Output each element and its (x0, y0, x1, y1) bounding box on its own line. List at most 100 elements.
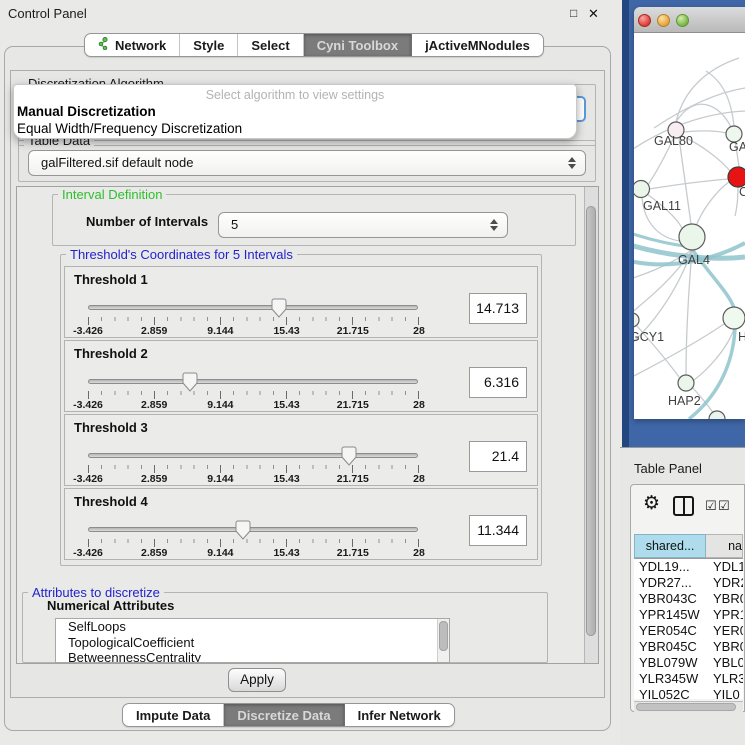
minimize-traffic-light-icon[interactable] (657, 14, 670, 27)
tick-labels: -3.4262.8599.14415.4321.71528 (88, 399, 419, 411)
table-row[interactable]: YLR345WYLR3 (634, 671, 743, 687)
cell-shared-name[interactable]: YBR045C (634, 639, 710, 655)
cell-name[interactable]: YDR2 (710, 575, 743, 591)
table-row[interactable]: YER054CYER0 (634, 623, 743, 639)
tab-style[interactable]: Style (180, 34, 238, 56)
dropdown-option-equal-width[interactable]: Equal Width/Frequency Discretization (17, 121, 242, 136)
horizontal-scrollbar-thumb[interactable] (636, 703, 736, 711)
cell-shared-name[interactable]: YLR345W (634, 671, 710, 687)
attributes-list-items: SelfLoopsTopologicalCoefficientBetweenne… (56, 619, 449, 663)
split-columns-icon[interactable] (673, 496, 694, 516)
cell-shared-name[interactable]: YPR145W (634, 607, 710, 623)
table-row[interactable]: YIL052CYIL0 (634, 687, 743, 699)
cell-name[interactable]: YIL0 (710, 687, 743, 699)
network-node-gal11[interactable] (634, 181, 650, 198)
tab-jactivemnodules[interactable]: jActiveMNodules (412, 34, 543, 56)
node-label: C (739, 185, 745, 199)
network-node-hap2[interactable] (678, 375, 694, 391)
column-header-name[interactable]: na (706, 534, 743, 558)
attribute-list-item[interactable]: BetweennessCentrality (56, 650, 449, 663)
close-traffic-light-icon[interactable] (638, 14, 651, 27)
cell-shared-name[interactable]: YER054C (634, 623, 710, 639)
network-node-gcy1[interactable] (634, 313, 639, 327)
threshold-value-field[interactable]: 14.713 (469, 293, 527, 324)
cell-shared-name[interactable]: YDL19... (634, 559, 710, 575)
checkbox-icon[interactable]: ☑ (705, 498, 717, 514)
table-row[interactable]: YPR145WYPR1 (634, 607, 743, 623)
cell-name[interactable]: YLR3 (710, 671, 743, 687)
table-data-value: galFiltered.sif default node (41, 155, 193, 170)
checkbox-icon[interactable]: ☑ (718, 498, 730, 514)
tab-label: Impute Data (136, 708, 210, 723)
cell-shared-name[interactable]: YIL052C (634, 687, 710, 699)
slider-track[interactable] (88, 453, 418, 458)
threshold-value-field[interactable]: 21.4 (469, 441, 527, 472)
tick-label: 28 (413, 399, 425, 411)
slider-track[interactable] (88, 379, 418, 384)
tick-label: 15.43 (273, 325, 299, 337)
slider-thumb[interactable] (182, 372, 198, 392)
cell-shared-name[interactable]: YBR043C (634, 591, 710, 607)
column-header-shared-name[interactable]: shared... (634, 534, 706, 558)
dropdown-option-manual[interactable]: Manual Discretization (17, 104, 156, 119)
threshold-value-field[interactable]: 6.316 (469, 367, 527, 398)
dropdown-hint: Select algorithm to view settings (14, 88, 576, 102)
cell-name[interactable]: YBR0 (710, 591, 743, 607)
table-panel-title: Table Panel (634, 461, 702, 476)
attribute-list-item[interactable]: TopologicalCoefficient (56, 635, 449, 651)
cell-name[interactable]: YDL1 (710, 559, 743, 575)
attributes-list[interactable]: SelfLoopsTopologicalCoefficientBetweenne… (55, 618, 450, 663)
table-row[interactable]: YBL079WYBL0 (634, 655, 743, 671)
cell-name[interactable]: YBL0 (710, 655, 743, 671)
table-row[interactable]: YBR043CYBR0 (634, 591, 743, 607)
cell-shared-name[interactable]: YBL079W (634, 655, 710, 671)
number-of-intervals-combobox[interactable]: 5 (218, 212, 508, 238)
slider-thumb[interactable] (341, 446, 357, 466)
cell-name[interactable]: YBR0 (710, 639, 743, 655)
cell-shared-name[interactable]: YDR27... (634, 575, 710, 591)
tab-discretize-data[interactable]: Discretize Data (224, 704, 344, 726)
slider-major-ticks (88, 539, 420, 547)
table-data-combobox[interactable]: galFiltered.sif default node (28, 150, 586, 176)
tab-cyni-toolbox[interactable]: Cyni Toolbox (304, 34, 412, 56)
list-scrollbar[interactable] (437, 619, 449, 663)
network-node-bottom[interactable] (709, 411, 725, 419)
threshold-value-field[interactable]: 11.344 (469, 515, 527, 546)
slider-track[interactable] (88, 305, 418, 310)
table-header-row: shared... na (634, 534, 743, 559)
node-label: H (738, 330, 745, 344)
node-label: GAL4 (678, 253, 710, 267)
network-node-highlighted[interactable] (728, 167, 745, 187)
tab-label: jActiveMNodules (425, 38, 530, 53)
table-row[interactable]: YDL19...YDL1 (634, 559, 743, 575)
tab-infer-network[interactable]: Infer Network (345, 704, 454, 726)
network-canvas[interactable]: GAL80 GA C GAL11 GAL4 GCY1 H HAP2 (634, 33, 745, 419)
vertical-scrollbar-thumb[interactable] (586, 206, 596, 636)
network-window: GAL80 GA C GAL11 GAL4 GCY1 H HAP2 (634, 7, 745, 419)
horizontal-scrollbar[interactable] (634, 701, 743, 712)
bottom-tab-bar: Impute Data Discretize Data Infer Networ… (122, 703, 455, 727)
top-tab-bar: Network Style Select Cyni Toolbox jActiv… (84, 33, 544, 57)
slider-major-ticks (88, 391, 420, 399)
slider-thumb[interactable] (235, 520, 251, 540)
slider-track[interactable] (88, 527, 418, 532)
network-node-gal4[interactable] (679, 224, 705, 250)
node-label: GAL11 (643, 199, 681, 213)
tab-select[interactable]: Select (238, 34, 303, 56)
tab-impute-data[interactable]: Impute Data (123, 704, 224, 726)
list-scrollbar-thumb[interactable] (439, 621, 448, 651)
float-window-icon[interactable]: □ (570, 6, 577, 20)
threshold-2-panel: Threshold 2 -3.4262.8599.14415.4321.7152… (64, 340, 538, 412)
slider-thumb[interactable] (271, 298, 287, 318)
zoom-traffic-light-icon[interactable] (676, 14, 689, 27)
tab-network[interactable]: Network (85, 34, 180, 56)
table-row[interactable]: YDR27...YDR2 (634, 575, 743, 591)
close-icon[interactable]: ✕ (588, 6, 599, 22)
cell-name[interactable]: YER0 (710, 623, 743, 639)
cell-name[interactable]: YPR1 (710, 607, 743, 623)
apply-button[interactable]: Apply (228, 668, 286, 692)
attribute-list-item[interactable]: SelfLoops (56, 619, 449, 635)
table-row[interactable]: YBR045CYBR0 (634, 639, 743, 655)
gear-icon[interactable]: ⚙ (643, 492, 660, 515)
network-node-h[interactable] (723, 307, 745, 329)
